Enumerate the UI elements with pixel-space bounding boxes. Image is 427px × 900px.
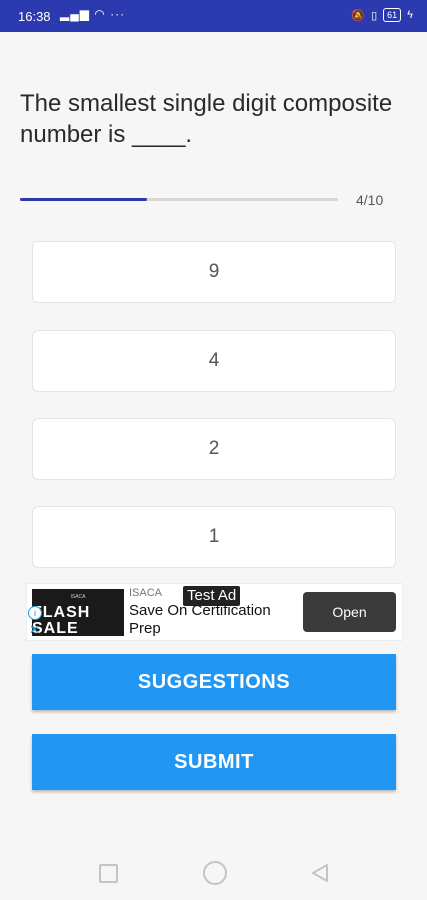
ad-image-title: FLASH SALE	[32, 603, 91, 637]
battery-icon: 61	[383, 8, 402, 22]
submit-button[interactable]: SUBMIT	[32, 734, 396, 790]
ad-open-button[interactable]: Open	[303, 592, 396, 632]
status-time: 16:38	[18, 9, 51, 24]
vibrate-icon: ▯	[371, 9, 378, 22]
back-icon[interactable]	[311, 863, 329, 883]
charging-icon: ϟ	[407, 9, 413, 21]
mute-icon: 🔕	[351, 9, 366, 22]
progress-label: 4/10	[356, 192, 384, 208]
answer-option[interactable]: 4	[32, 330, 396, 392]
ad-close-icon[interactable]: ✕	[29, 623, 40, 636]
ad-info-icon[interactable]: i	[28, 606, 42, 620]
ad-brand: ISACA	[129, 587, 163, 599]
answer-option[interactable]: 2	[32, 418, 396, 480]
ad-image[interactable]: ISACA FLASH SALE	[32, 589, 124, 636]
answer-option[interactable]: 9	[32, 241, 396, 303]
progress-fill	[20, 198, 148, 201]
question-text: The smallest single digit composite numb…	[20, 90, 393, 148]
signal-wifi-icons: ▂▄▆ ◠ ···	[60, 7, 126, 21]
recent-apps-icon[interactable]	[99, 864, 118, 883]
ad-image-caption: ISACA	[70, 593, 86, 600]
home-icon[interactable]	[203, 861, 227, 885]
answer-option[interactable]: 1	[32, 506, 396, 568]
system-nav-bar	[0, 845, 427, 900]
ad-headline: Save On Certification Prep	[129, 602, 271, 637]
progress-bar	[20, 198, 338, 201]
status-right-icons: 🔕 ▯ 61 ϟ	[351, 8, 413, 22]
suggestions-button[interactable]: SUGGESTIONS	[32, 654, 396, 710]
status-bar: 16:38 ▂▄▆ ◠ ··· 🔕 ▯ 61 ϟ	[0, 0, 427, 32]
ad-banner[interactable]: ISACA FLASH SALE i ✕ ISACA Test Ad Save …	[26, 583, 403, 641]
